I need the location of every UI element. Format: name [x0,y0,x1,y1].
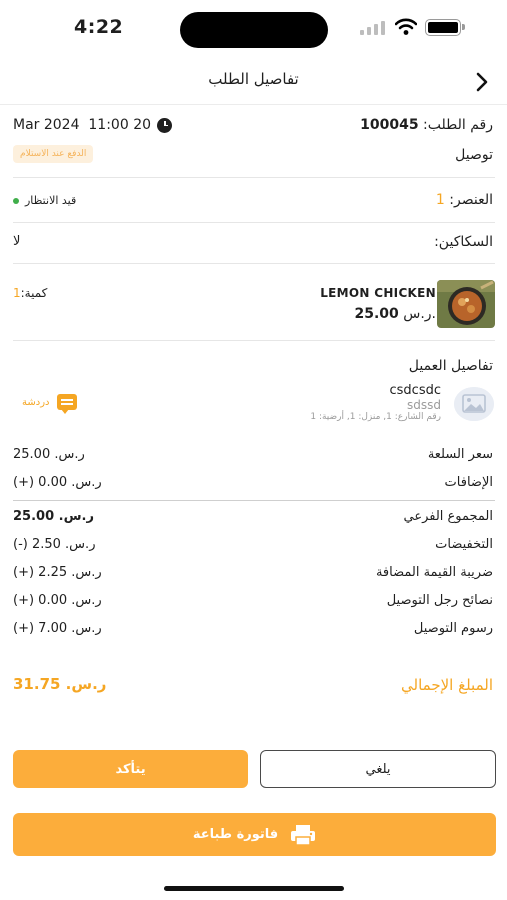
order-date-text: Mar 2024 11:00 20 [13,117,152,133]
divider [13,263,495,264]
dynamic-island [180,12,328,48]
total-amount-label: المبلغ الإجمالي [401,676,493,694]
subtotal-divider [13,500,495,501]
divider [13,177,495,178]
chat-icon [57,394,78,414]
clock-icon [157,117,173,133]
item-price-label: سعر السلعة [427,447,493,462]
order-status: قيد الانتظار [13,194,76,207]
payment-method-badge: الدفع عند الاستلام [13,145,94,163]
divider [13,222,495,223]
cutlery-value: لا [13,234,21,249]
confirm-button[interactable]: يتأكد [13,750,248,788]
cancel-button[interactable]: يلغي [260,750,496,788]
addons-label: الإضافات [444,475,493,490]
customer-phone: sdssd [407,398,441,412]
print-invoice-button[interactable]: فاتورة طباعة [13,813,496,856]
customer-name: csdcsdc [389,383,442,398]
product-quantity: كمية:1 [13,286,47,300]
product-price-value: 25.00 [354,306,399,322]
order-number-label: رقم الطلب: [423,117,493,133]
header-divider [0,104,507,105]
item-price-value: ر.س. 25.00 [13,447,85,462]
page-title: تفاصيل الطلب [208,70,299,88]
customer-details-heading: تفاصيل العميل [408,358,493,374]
subtotal-label: المجموع الفرعي [403,509,493,524]
product-price-currency: ر.س. [403,306,436,322]
discount-label: التخفيضات [435,537,493,552]
chat-button[interactable]: دردشة [22,394,78,414]
wifi-icon [395,18,417,35]
delivery-fee-label: رسوم التوصيل [413,621,493,636]
status-dot-icon [13,197,19,204]
product-name: LEMON CHICKEN [320,286,436,300]
product-image [437,280,495,328]
order-status-text: قيد الانتظار [25,194,77,207]
customer-avatar-placeholder-icon [454,387,494,421]
total-amount-value: ر.س. 31.75 [13,675,107,693]
delivery-fee-value: (+) ر.س. 7.00 [13,621,102,636]
status-time: 4:22 [74,16,124,38]
items-value: 1 [435,192,445,208]
subtotal-value: ر.س. 25.00 [13,509,94,524]
battery-icon [425,19,465,36]
customer-address: رقم الشارع: 1, منزل: 1, أرضية: 1 [310,412,441,422]
printer-icon [291,824,316,846]
divider [13,340,495,341]
chat-label: دردشة [22,396,50,408]
order-date: Mar 2024 11:00 20 [13,117,173,133]
discount-value: (-) ر.س. 2.50 [13,537,96,552]
order-number-value: 100045 [360,117,419,133]
items-label: العنصر: [449,192,493,208]
items-count: العنصر: 1 [436,192,493,208]
cutlery-label: السكاكين: [434,234,493,250]
print-invoice-label: فاتورة طباعة [192,827,279,842]
vat-value: (+) ر.س. 2.25 [13,565,102,580]
addons-value: (+) ر.س. 0.00 [13,475,102,490]
quantity-value: 1 [13,286,21,300]
cellular-signal-icon [360,21,385,35]
order-number: رقم الطلب: 100045 [360,117,493,133]
delivery-tips-label: نصائح رجل التوصيل [386,593,493,608]
product-price: 25.00 ر.س. [354,306,436,322]
back-chevron-icon[interactable] [470,68,494,96]
home-indicator [164,886,344,891]
delivery-type: توصيل [455,147,493,163]
vat-label: ضريبة القيمة المضافة [375,565,493,580]
delivery-tips-value: (+) ر.س. 0.00 [13,593,102,608]
quantity-label: كمية: [20,286,48,300]
